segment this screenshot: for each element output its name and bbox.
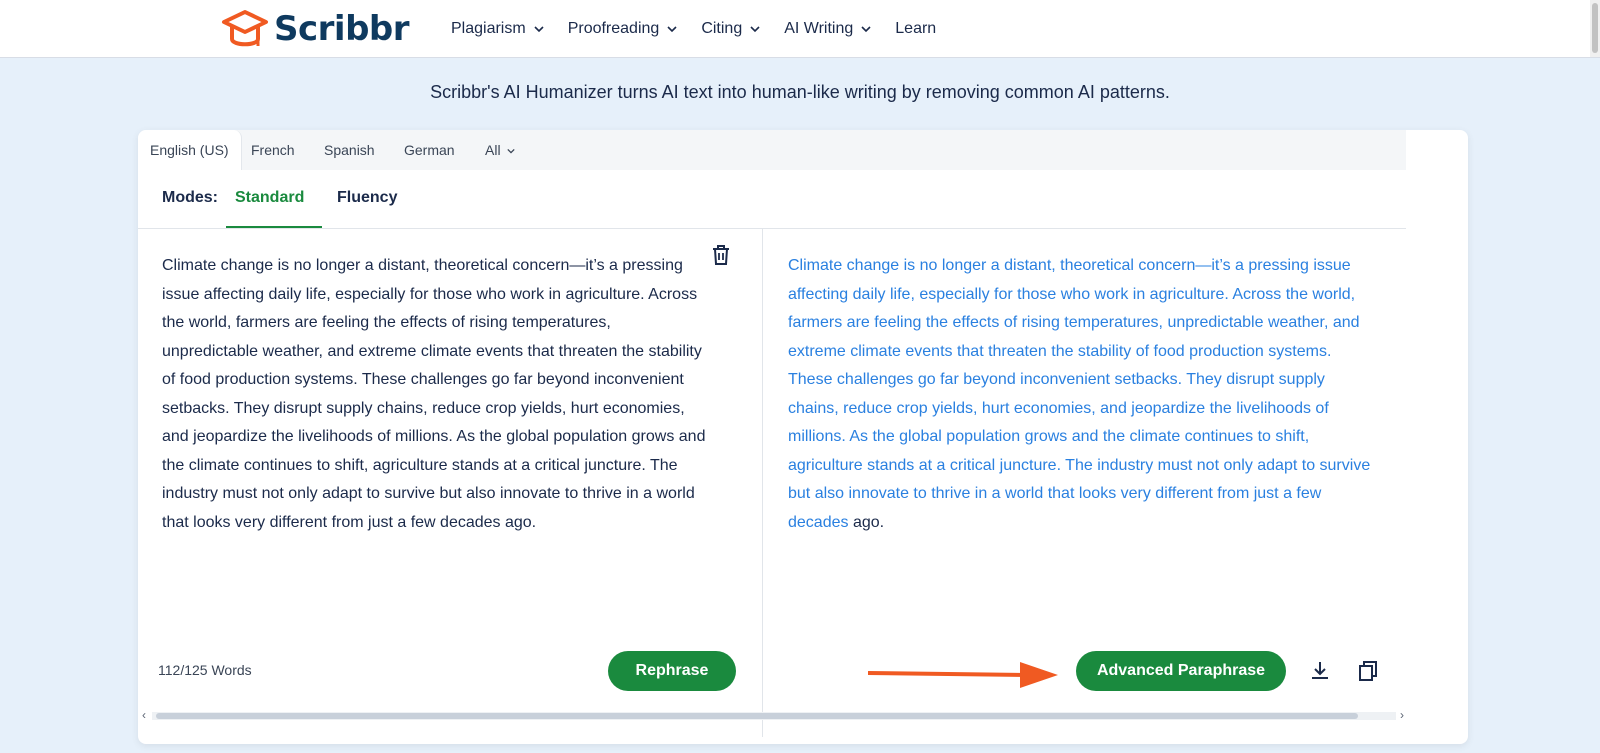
scroll-right-arrow[interactable]: › [1400,708,1404,722]
modes-label: Modes: [162,189,218,206]
active-mode-underline [226,226,322,228]
top-navigation: Scribbr Plagiarism Proofreading Citing A… [0,0,1600,58]
nav-label: Proofreading [567,19,660,37]
chevron-down-icon [861,25,871,32]
nav-item-proofreading[interactable]: Proofreading [568,20,678,38]
tab-german[interactable]: German [404,130,455,170]
advanced-paraphrase-button[interactable]: Advanced Paraphrase [1076,651,1286,691]
rephrase-button[interactable]: Rephrase [608,651,736,691]
graduation-cap-icon [222,10,268,47]
scroll-left-arrow[interactable]: ‹ [142,708,146,722]
page-tagline: Scribbr's AI Humanizer turns AI text int… [430,82,1170,102]
scrollbar-thumb[interactable] [156,713,1358,719]
language-tabs: English (US) French Spanish German All [138,130,1406,170]
nav-item-citing[interactable]: Citing [701,20,760,38]
output-text-area[interactable]: Climate change is no longer a distant, t… [788,252,1378,537]
annotation-arrow-icon [868,662,1058,688]
chevron-down-icon [667,25,677,32]
trash-icon[interactable] [711,244,731,266]
copy-icon[interactable] [1357,660,1379,682]
brand-name: Scribbr [274,9,410,49]
download-icon[interactable] [1309,660,1331,682]
page-scrollbar[interactable] [1590,0,1600,57]
modes-bar: Modes: Standard Fluency [138,170,1406,229]
chevron-down-icon [534,25,544,32]
nav-item-ai-writing[interactable]: AI Writing [784,20,871,38]
mode-fluency[interactable]: Fluency [337,189,397,207]
word-count: 112/125 Words [158,662,252,678]
nav-label: Citing [701,19,743,37]
nav-label: AI Writing [784,19,854,37]
main-nav: Plagiarism Proofreading Citing AI Writin… [451,0,960,57]
scribbr-logo[interactable]: Scribbr [218,6,410,52]
nav-label: Plagiarism [451,19,526,37]
tab-english-us[interactable]: English (US) [138,130,242,170]
tab-spanish[interactable]: Spanish [324,130,375,170]
nav-item-learn[interactable]: Learn [895,20,936,38]
tab-all[interactable]: All [485,130,516,170]
nav-item-plagiarism[interactable]: Plagiarism [451,20,544,38]
input-text-area[interactable]: Climate change is no longer a distant, t… [162,252,707,537]
chevron-down-icon [507,148,516,154]
mode-standard[interactable]: Standard [235,189,304,207]
panel-divider [762,229,763,737]
humanizer-tool: English (US) French Spanish German All M… [138,130,1468,744]
scrollbar-thumb[interactable] [1592,3,1598,53]
nav-label: Learn [895,19,937,37]
chevron-down-icon [750,25,760,32]
tab-french[interactable]: French [251,130,295,170]
output-changed-text: Climate change is no longer a distant, t… [788,257,1371,531]
output-unchanged-text: ago. [848,513,885,531]
horizontal-scrollbar[interactable] [152,712,1396,720]
tab-all-label: All [485,142,501,158]
